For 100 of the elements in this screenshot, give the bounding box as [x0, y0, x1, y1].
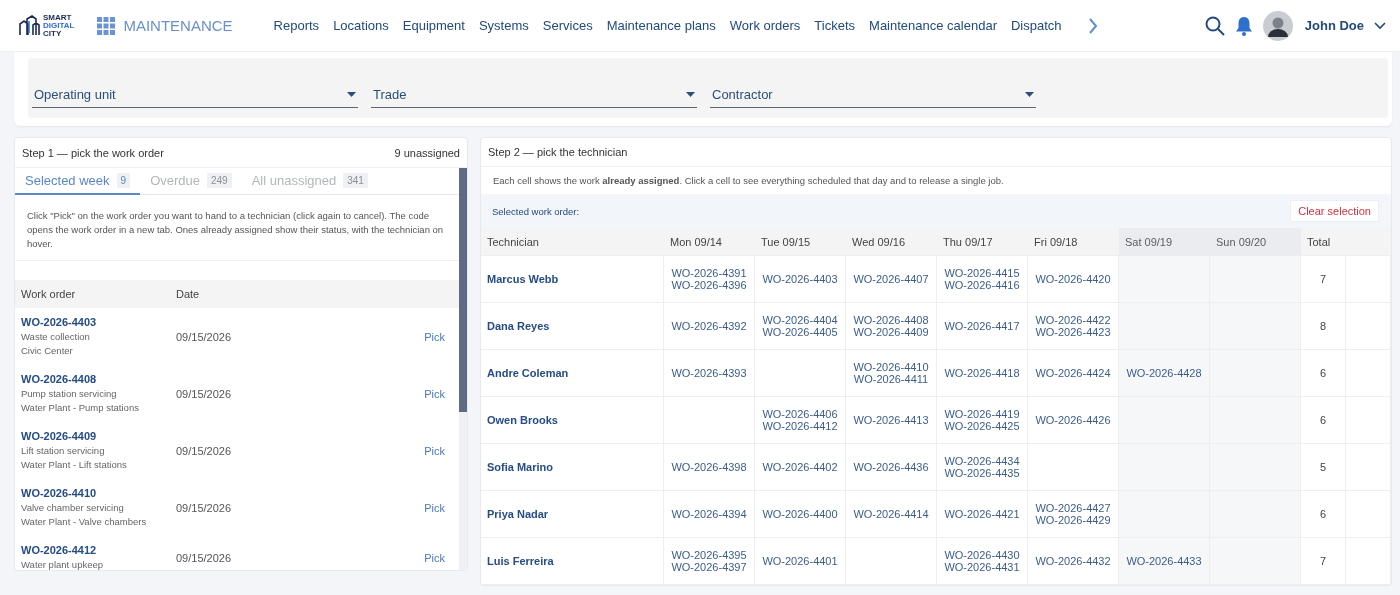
- work-order-link[interactable]: WO-2026-4424: [1035, 366, 1111, 380]
- work-order-link[interactable]: WO-2026-4413: [853, 413, 929, 427]
- work-order-link[interactable]: WO-2026-4435: [944, 467, 1020, 480]
- work-order-link[interactable]: WO-2026-4419: [944, 407, 1020, 420]
- work-order-link[interactable]: WO-2026-4403: [762, 272, 838, 286]
- work-order-link[interactable]: WO-2026-4427: [1035, 501, 1111, 514]
- work-order-link[interactable]: WO-2026-4410: [853, 360, 929, 373]
- work-order-link[interactable]: WO-2026-4403: [21, 315, 176, 330]
- nav-link[interactable]: Equipment: [402, 18, 465, 33]
- work-order-link[interactable]: WO-2026-4409: [853, 326, 929, 339]
- nav-link[interactable]: Systems: [478, 18, 529, 33]
- table-cell[interactable]: WO-2026-4417: [937, 303, 1028, 350]
- work-order-link[interactable]: WO-2026-4392: [671, 319, 747, 333]
- technician-name[interactable]: Andre Coleman: [481, 350, 664, 397]
- work-order-link[interactable]: WO-2026-4420: [1035, 272, 1111, 286]
- nav-link[interactable]: Locations: [333, 18, 389, 33]
- table-cell[interactable]: WO-2026-4418: [937, 350, 1028, 397]
- work-order-link[interactable]: WO-2026-4412: [21, 543, 176, 558]
- search-icon[interactable]: [1204, 15, 1225, 36]
- work-order-link[interactable]: WO-2026-4409: [21, 429, 176, 444]
- work-order-link[interactable]: WO-2026-4410: [21, 486, 176, 501]
- pick-link[interactable]: Pick: [424, 551, 445, 564]
- table-cell[interactable]: WO-2026-4393: [664, 350, 755, 397]
- nav-link[interactable]: Maintenance plans: [606, 18, 716, 33]
- work-order-link[interactable]: WO-2026-4421: [944, 507, 1020, 521]
- work-order-link[interactable]: WO-2026-4426: [1035, 413, 1111, 427]
- table-cell[interactable]: WO-2026-4394: [664, 491, 755, 538]
- scrollbar-thumb[interactable]: [459, 168, 467, 412]
- work-order-link[interactable]: WO-2026-4433: [1126, 554, 1202, 568]
- work-order-link[interactable]: WO-2026-4434: [944, 454, 1020, 467]
- work-order-link[interactable]: WO-2026-4412: [762, 420, 838, 433]
- table-cell[interactable]: WO-2026-4430 WO-2026-4431: [937, 538, 1028, 585]
- table-cell[interactable]: WO-2026-4436: [846, 444, 937, 491]
- clear-selection-button[interactable]: Clear selection: [1290, 200, 1379, 222]
- work-order-link[interactable]: WO-2026-4430: [944, 548, 1020, 561]
- table-cell[interactable]: [1210, 538, 1301, 585]
- work-order-link[interactable]: WO-2026-4400: [762, 507, 838, 521]
- work-order-link[interactable]: WO-2026-4406: [762, 407, 838, 420]
- table-cell[interactable]: WO-2026-4434 WO-2026-4435: [937, 444, 1028, 491]
- work-order-link[interactable]: WO-2026-4407: [853, 272, 929, 286]
- work-order-link[interactable]: WO-2026-4422: [1035, 313, 1111, 326]
- table-cell[interactable]: WO-2026-4415 WO-2026-4416: [937, 256, 1028, 303]
- table-cell[interactable]: WO-2026-4404 WO-2026-4405: [755, 303, 846, 350]
- chevron-right-icon[interactable]: [1087, 17, 1098, 34]
- work-order-link[interactable]: WO-2026-4423: [1035, 326, 1111, 339]
- table-cell[interactable]: WO-2026-4428: [1119, 350, 1210, 397]
- nav-link[interactable]: Services: [542, 18, 593, 33]
- pick-link[interactable]: Pick: [424, 501, 445, 514]
- technician-name[interactable]: Marcus Webb: [481, 256, 664, 303]
- nav-link[interactable]: Work orders: [729, 18, 801, 33]
- table-cell[interactable]: WO-2026-4410 WO-2026-4411: [846, 350, 937, 397]
- table-cell[interactable]: WO-2026-4406 WO-2026-4412: [755, 397, 846, 444]
- table-cell[interactable]: WO-2026-4398: [664, 444, 755, 491]
- work-order-link[interactable]: WO-2026-4393: [671, 366, 747, 380]
- table-cell[interactable]: WO-2026-4421: [937, 491, 1028, 538]
- table-cell[interactable]: [846, 538, 937, 585]
- table-cell[interactable]: WO-2026-4401: [755, 538, 846, 585]
- work-order-link[interactable]: WO-2026-4411: [853, 373, 929, 386]
- apps-grid-icon[interactable]: [97, 16, 116, 35]
- nav-link[interactable]: Maintenance calendar: [869, 18, 997, 33]
- work-order-link[interactable]: WO-2026-4414: [853, 507, 929, 521]
- table-cell[interactable]: WO-2026-4400: [755, 491, 846, 538]
- dropdown-field[interactable]: Contractor: [710, 81, 1036, 108]
- dropdown-field[interactable]: Trade: [371, 81, 697, 108]
- work-order-link[interactable]: WO-2026-4402: [762, 460, 838, 474]
- work-order-link[interactable]: WO-2026-4425: [944, 420, 1020, 433]
- technician-name[interactable]: Luis Ferreira: [481, 538, 664, 585]
- work-order-link[interactable]: WO-2026-4404: [762, 313, 838, 326]
- nav-link[interactable]: Reports: [273, 18, 320, 33]
- technician-name[interactable]: Owen Brooks: [481, 397, 664, 444]
- work-order-link[interactable]: WO-2026-4394: [671, 507, 747, 521]
- work-order-link[interactable]: WO-2026-4418: [944, 366, 1020, 380]
- technician-name[interactable]: Dana Reyes: [481, 303, 664, 350]
- work-order-link[interactable]: WO-2026-4417: [944, 319, 1020, 333]
- technician-name[interactable]: Priya Nadar: [481, 491, 664, 538]
- table-cell[interactable]: WO-2026-4402: [755, 444, 846, 491]
- work-order-link[interactable]: WO-2026-4436: [853, 460, 929, 474]
- work-order-link[interactable]: WO-2026-4408: [21, 372, 176, 387]
- work-order-link[interactable]: WO-2026-4416: [944, 279, 1020, 292]
- table-cell[interactable]: WO-2026-4413: [846, 397, 937, 444]
- pick-link[interactable]: Pick: [424, 330, 445, 343]
- table-cell[interactable]: WO-2026-4403: [755, 256, 846, 303]
- work-order-link[interactable]: WO-2026-4398: [671, 460, 747, 474]
- table-cell[interactable]: WO-2026-4395 WO-2026-4397: [664, 538, 755, 585]
- work-order-link[interactable]: WO-2026-4408: [853, 313, 929, 326]
- table-cell[interactable]: WO-2026-4433: [1119, 538, 1210, 585]
- work-order-link[interactable]: WO-2026-4395: [671, 548, 747, 561]
- table-cell[interactable]: WO-2026-4391 WO-2026-4396: [664, 256, 755, 303]
- work-order-link[interactable]: WO-2026-4429: [1035, 514, 1111, 527]
- work-order-link[interactable]: WO-2026-4415: [944, 266, 1020, 279]
- table-cell[interactable]: WO-2026-4408 WO-2026-4409: [846, 303, 937, 350]
- technician-name[interactable]: Sofia Marino: [481, 444, 664, 491]
- user-name[interactable]: John Doe: [1304, 18, 1364, 33]
- nav-link[interactable]: Tickets: [814, 18, 856, 33]
- work-order-link[interactable]: WO-2026-4405: [762, 326, 838, 339]
- work-order-link[interactable]: WO-2026-4431: [944, 561, 1020, 574]
- table-cell[interactable]: WO-2026-4419 WO-2026-4425: [937, 397, 1028, 444]
- nav-link[interactable]: Dispatch: [1010, 18, 1062, 33]
- work-order-link[interactable]: WO-2026-4391: [671, 266, 747, 279]
- work-order-link[interactable]: WO-2026-4401: [762, 554, 838, 568]
